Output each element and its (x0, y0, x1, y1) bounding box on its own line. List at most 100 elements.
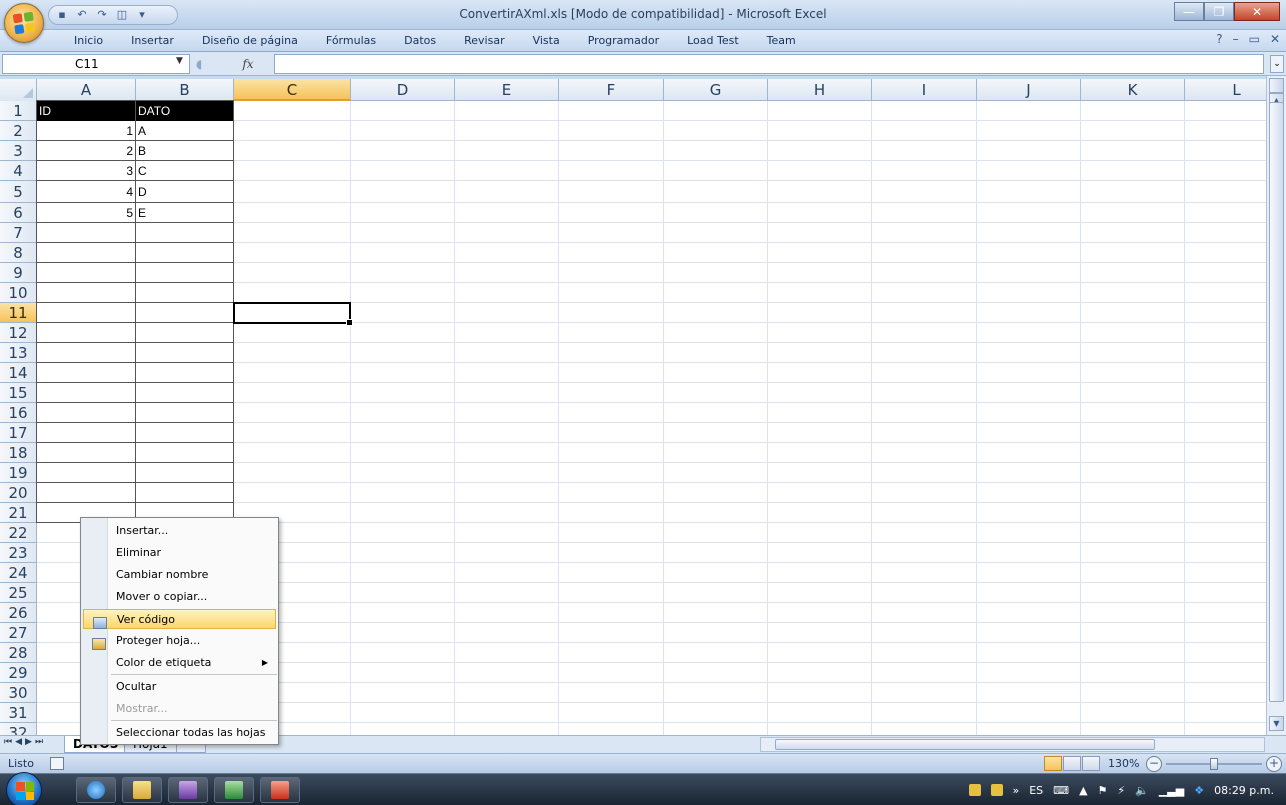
power-icon[interactable]: ⚡ (1117, 784, 1125, 797)
row-header-8[interactable]: 8 (0, 243, 37, 263)
chevron-down-icon[interactable]: ▼ (176, 56, 183, 66)
row-header-29[interactable]: 29 (0, 663, 37, 683)
tab-load-test[interactable]: Load Test (673, 33, 753, 49)
clock[interactable]: 08:29 p.m. (1214, 784, 1274, 797)
row-header-22[interactable]: 22 (0, 523, 37, 543)
horizontal-scroll-thumb[interactable] (775, 739, 1155, 750)
taskbar-snipping[interactable] (260, 777, 300, 803)
column-header-i[interactable]: I (872, 79, 977, 101)
taskbar-explorer[interactable] (122, 777, 162, 803)
menu-item-eliminar[interactable]: Eliminar (83, 543, 276, 563)
cell-b3[interactable]: B (136, 141, 233, 161)
tab-datos[interactable]: Datos (390, 33, 450, 49)
row-header-2[interactable]: 2 (0, 121, 37, 141)
macro-record-icon[interactable] (50, 757, 64, 770)
language-indicator[interactable]: ES (1029, 784, 1043, 797)
row-header-18[interactable]: 18 (0, 443, 37, 463)
active-cell-c11[interactable] (233, 302, 353, 326)
tab-team[interactable]: Team (753, 33, 810, 49)
menu-item-ver-código[interactable]: Ver código (83, 609, 276, 629)
expand-handle-icon[interactable]: ◖ (196, 57, 202, 71)
row-header-3[interactable]: 3 (0, 141, 37, 161)
tab-programador[interactable]: Programador (574, 33, 673, 49)
name-box[interactable]: C11 (2, 54, 190, 74)
vertical-scrollbar[interactable]: ▲ ▼ (1266, 76, 1286, 735)
save-icon[interactable]: ▪ (55, 8, 69, 22)
workbook-close-button[interactable]: ✕ (1270, 32, 1280, 46)
row-header-20[interactable]: 20 (0, 483, 37, 503)
customize-toolbar-icon[interactable]: ▾ (135, 8, 149, 22)
page-layout-view-icon[interactable] (1063, 756, 1081, 771)
workbook-restore-button[interactable]: ▭ (1249, 32, 1260, 46)
column-header-h[interactable]: H (768, 79, 872, 101)
tab-formulas[interactable]: Fórmulas (312, 33, 390, 49)
row-header-25[interactable]: 25 (0, 583, 37, 603)
row-header-19[interactable]: 19 (0, 463, 37, 483)
cell-a3[interactable]: 2 (37, 141, 135, 161)
cell-b4[interactable]: C (136, 161, 233, 181)
page-break-view-icon[interactable] (1082, 756, 1100, 771)
taskbar-overflow-icon[interactable]: » (1013, 784, 1020, 797)
column-header-f[interactable]: F (559, 79, 664, 101)
row-header-23[interactable]: 23 (0, 543, 37, 563)
keyboard-icon[interactable]: ⌨ (1053, 784, 1069, 797)
minimize-button[interactable]: — (1174, 2, 1204, 21)
action-center-flag-icon[interactable]: ⚑ (1098, 784, 1108, 797)
cell-a5[interactable]: 4 (37, 181, 135, 203)
row-header-30[interactable]: 30 (0, 683, 37, 703)
row-header-21[interactable]: 21 (0, 503, 37, 523)
tab-revisar[interactable]: Revisar (450, 33, 518, 49)
row-header-15[interactable]: 15 (0, 383, 37, 403)
menu-item-mostrar[interactable]: Mostrar... (83, 699, 276, 719)
row-header-9[interactable]: 9 (0, 263, 37, 283)
row-header-12[interactable]: 12 (0, 323, 37, 343)
first-sheet-icon[interactable]: ⏮ (4, 737, 12, 747)
help-icon[interactable]: ? (1216, 32, 1222, 46)
show-hidden-icons[interactable]: ▲ (1079, 784, 1087, 797)
cell-b5[interactable]: D (136, 181, 233, 203)
tab-insertar[interactable]: Insertar (117, 33, 188, 49)
select-all-corner[interactable] (0, 79, 37, 101)
cell-a2[interactable]: 1 (37, 121, 135, 141)
maximize-button[interactable]: ❐ (1204, 2, 1234, 21)
cell-b2[interactable]: A (136, 121, 233, 141)
taskbar-excel[interactable] (214, 777, 254, 803)
formula-input[interactable] (274, 54, 1264, 74)
row-header-7[interactable]: 7 (0, 223, 37, 243)
column-header-b[interactable]: B (136, 79, 234, 101)
row-header-11[interactable]: 11 (0, 303, 37, 323)
column-header-j[interactable]: J (977, 79, 1081, 101)
column-header-k[interactable]: K (1081, 79, 1185, 101)
close-button[interactable]: ✕ (1234, 2, 1280, 21)
column-header-g[interactable]: G (664, 79, 768, 101)
office-button[interactable] (4, 3, 44, 43)
row-header-28[interactable]: 28 (0, 643, 37, 663)
row-header-13[interactable]: 13 (0, 343, 37, 363)
scroll-down-icon[interactable]: ▼ (1269, 716, 1284, 731)
menu-item-seleccionar-todas-las-hojas[interactable]: Seleccionar todas las hojas (83, 723, 276, 743)
normal-view-icon[interactable] (1044, 756, 1062, 771)
menu-item-mover-o-copiar[interactable]: Mover o copiar... (83, 587, 276, 607)
zoom-level[interactable]: 130% (1108, 756, 1139, 772)
cell-b1[interactable]: DATO (136, 101, 233, 121)
row-header-10[interactable]: 10 (0, 283, 37, 303)
tab-inicio[interactable]: Inicio (60, 33, 117, 49)
cell-a4[interactable]: 3 (37, 161, 135, 181)
notes-icon[interactable] (968, 784, 981, 796)
next-sheet-icon[interactable]: ▶ (25, 737, 32, 747)
row-header-16[interactable]: 16 (0, 403, 37, 423)
prev-sheet-icon[interactable]: ◀ (15, 737, 22, 747)
cell-a1[interactable]: ID (37, 101, 135, 121)
column-header-d[interactable]: D (351, 79, 455, 101)
row-header-27[interactable]: 27 (0, 623, 37, 643)
row-header-26[interactable]: 26 (0, 603, 37, 623)
network-icon[interactable]: ▁▃▅ (1159, 784, 1184, 797)
row-header-32[interactable]: 32 (0, 723, 37, 735)
menu-item-ocultar[interactable]: Ocultar (83, 677, 276, 697)
expand-formula-bar-icon[interactable]: ⌄ (1270, 55, 1284, 73)
start-button[interactable] (6, 772, 42, 805)
zoom-slider-thumb[interactable] (1210, 758, 1218, 770)
taskbar-ie[interactable] (76, 777, 116, 803)
zoom-out-icon[interactable]: − (1146, 756, 1162, 772)
zoom-in-icon[interactable]: + (1266, 756, 1282, 772)
